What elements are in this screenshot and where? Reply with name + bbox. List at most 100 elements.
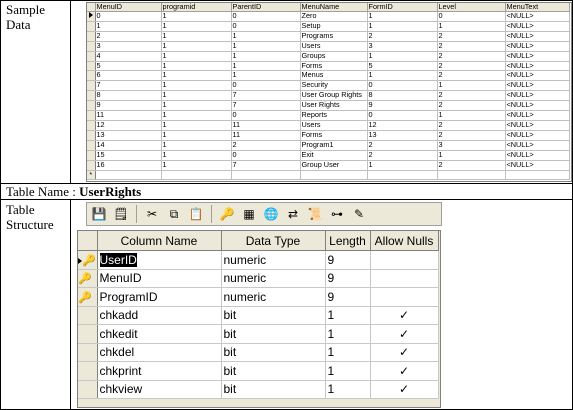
table-cell[interactable]: bit (221, 380, 326, 399)
table-cell[interactable]: <NULL> (505, 140, 570, 151)
diagram-icon[interactable]: ⊶ (328, 205, 346, 223)
table-row[interactable]: chkdel bit 1 ✓ (78, 343, 439, 362)
column-header[interactable]: Level (437, 3, 506, 12)
table-cell[interactable]: <NULL> (505, 51, 570, 62)
table-cell[interactable]: Program1 (300, 140, 368, 151)
table-cell[interactable]: 0 (367, 110, 438, 121)
table-cell[interactable]: 2 (367, 31, 438, 42)
allow-nulls-checkbox[interactable]: ✓ (370, 306, 439, 325)
row-selector[interactable] (78, 324, 98, 344)
table-cell[interactable]: 2 (231, 140, 301, 151)
table-row[interactable]: 7 1 0 Security 0 1 <NULL> (87, 80, 570, 92)
table-cell[interactable]: 1 (231, 31, 301, 42)
table-cell[interactable]: <NULL> (505, 120, 570, 131)
manage-relationships-icon[interactable]: 🌐 (262, 205, 280, 223)
table-row[interactable]: 16 1 7 Group User 1 2 <NULL> (87, 160, 570, 171)
table-cell[interactable]: 9 (367, 100, 438, 112)
table-cell[interactable]: User Group Rights (300, 90, 368, 102)
table-row[interactable]: 🔑 ProgramID numeric 9 (78, 287, 439, 307)
row-selector[interactable] (87, 120, 96, 131)
table-cell[interactable]: 1 (325, 380, 371, 399)
table-cell[interactable]: 1 (161, 80, 232, 92)
column-header[interactable]: FormID (367, 3, 438, 12)
row-selector[interactable] (87, 80, 96, 92)
table-cell[interactable]: 2 (437, 90, 506, 102)
row-selector[interactable] (87, 41, 96, 52)
table-cell[interactable] (161, 170, 232, 181)
save-icon[interactable]: 💾 (90, 205, 108, 223)
table-cell[interactable]: 1 (161, 90, 232, 102)
table-cell[interactable]: 0 (231, 110, 301, 121)
table-cell[interactable]: 1 (161, 130, 232, 141)
table-cell[interactable]: 7 (231, 160, 301, 171)
table-cell[interactable]: Programs (300, 31, 368, 42)
new-row-marker[interactable]: * (87, 170, 96, 181)
table-row[interactable]: 🔑 MenuID numeric 9 (78, 269, 439, 288)
table-row[interactable]: chkview bit 1 ✓ (78, 380, 439, 399)
table-cell[interactable]: Setup (300, 21, 368, 32)
table-cell[interactable]: 1 (367, 11, 438, 22)
table-cell[interactable]: Forms (300, 130, 368, 141)
allow-nulls-checkbox[interactable]: ✓ (370, 380, 439, 399)
table-cell[interactable]: User Rights (300, 100, 368, 112)
table-cell[interactable]: 3 (367, 41, 438, 52)
table-cell[interactable]: 1 (437, 110, 506, 121)
table-cell[interactable]: 1 (161, 110, 232, 121)
table-cell[interactable]: 1 (161, 61, 232, 72)
manage-constraints-icon[interactable]: ⇄ (284, 205, 302, 223)
row-selector[interactable] (87, 150, 96, 161)
table-cell[interactable]: 1 (437, 21, 506, 32)
row-selector[interactable] (87, 110, 96, 121)
table-row[interactable]: 14 1 2 Program1 2 3 <NULL> (87, 140, 570, 151)
properties-icon[interactable]: 🗒 (112, 205, 130, 223)
row-selector[interactable] (87, 90, 96, 102)
row-selector[interactable] (87, 70, 96, 82)
table-row[interactable]: 1 1 0 Setup 1 1 <NULL> (87, 21, 570, 32)
allow-nulls-checkbox[interactable]: ✓ (370, 324, 439, 344)
column-header[interactable]: programid (161, 3, 232, 12)
table-cell[interactable]: <NULL> (505, 31, 570, 42)
table-cell[interactable]: bit (221, 324, 326, 344)
table-cell[interactable]: 12 (95, 120, 162, 131)
table-cell[interactable]: 2 (95, 31, 162, 42)
table-cell[interactable]: 1 (231, 41, 301, 52)
row-selector[interactable] (87, 21, 96, 32)
row-selector[interactable]: 🔑 (78, 287, 98, 307)
table-row[interactable]: 15 1 0 Exit 2 1 <NULL> (87, 150, 570, 161)
table-cell[interactable]: <NULL> (505, 110, 570, 121)
row-selector[interactable] (78, 306, 98, 325)
table-cell[interactable]: Users (300, 41, 368, 52)
table-cell[interactable]: 11 (231, 130, 301, 141)
table-cell[interactable]: 13 (95, 130, 162, 141)
table-cell[interactable]: 0 (231, 11, 301, 22)
column-header[interactable]: MenuText (505, 3, 570, 12)
table-cell[interactable]: bit (221, 361, 326, 381)
table-cell[interactable]: Forms (300, 61, 368, 72)
table-cell[interactable]: 9 (325, 287, 371, 307)
table-row[interactable]: chkadd bit 1 ✓ (78, 306, 439, 325)
table-cell[interactable]: 3 (437, 140, 506, 151)
table-cell[interactable] (95, 170, 162, 181)
table-cell[interactable]: 16 (95, 160, 162, 171)
table-cell[interactable]: 1 (161, 140, 232, 151)
table-cell[interactable]: 5 (95, 61, 162, 72)
row-selector[interactable] (87, 160, 96, 171)
table-cell[interactable]: 1 (325, 306, 371, 325)
row-selector[interactable] (78, 361, 98, 381)
table-row[interactable]: 4 1 1 Groups 1 2 <NULL> (87, 51, 570, 62)
row-selector[interactable] (87, 51, 96, 62)
table-row[interactable]: 0 1 0 Zero 1 0 <NULL> (87, 11, 570, 22)
allow-nulls-checkbox[interactable]: ✓ (370, 343, 439, 362)
table-cell[interactable]: 8 (95, 90, 162, 102)
table-cell[interactable]: 1 (161, 11, 232, 22)
table-cell[interactable]: Exit (300, 150, 368, 161)
table-cell[interactable]: 1 (161, 100, 232, 112)
table-cell[interactable] (300, 170, 368, 181)
table-cell[interactable]: 7 (95, 80, 162, 92)
table-cell[interactable]: 12 (367, 120, 438, 131)
table-cell[interactable]: 1 (161, 31, 232, 42)
table-row[interactable]: 5 1 1 Forms 5 2 <NULL> (87, 61, 570, 72)
table-row[interactable]: 8 1 7 User Group Rights 8 2 <NULL> (87, 90, 570, 102)
table-cell[interactable]: 2 (437, 61, 506, 72)
table-cell[interactable]: numeric (221, 269, 326, 288)
